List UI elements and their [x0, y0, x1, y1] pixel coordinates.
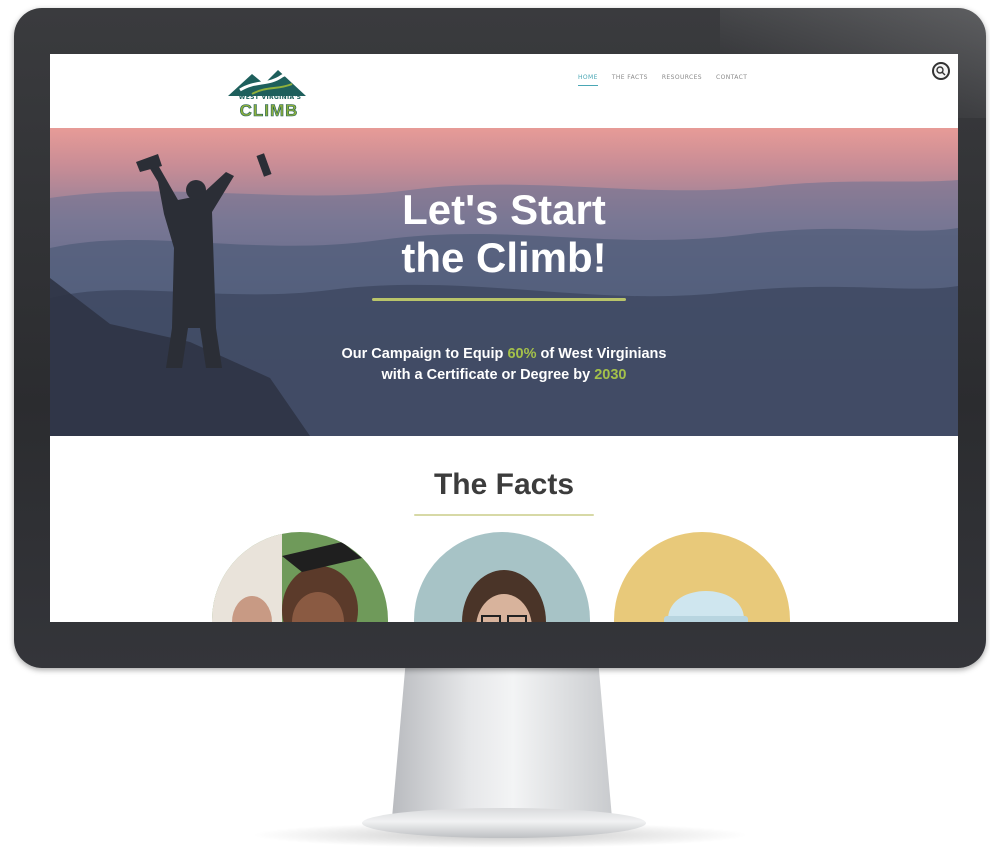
hero-sub-accent-year: 2030	[594, 367, 627, 383]
graduate-photo	[212, 532, 388, 622]
hero-sub-text-1: Our Campaign to Equip	[341, 346, 508, 362]
hero-subtitle: Our Campaign to Equip 60% of West Virgin…	[264, 344, 744, 386]
fact-photo-graduate[interactable]	[212, 532, 388, 622]
logo-top-text: WEST VIRGINIA'S	[238, 94, 302, 101]
hero-divider	[372, 298, 626, 301]
main-nav: HOME THE FACTS RESOURCES CONTACT	[578, 74, 747, 86]
monitor-stand-base	[362, 808, 646, 838]
site-header: WEST VIRGINIA'S CLIMB HOME THE FACTS RES…	[50, 54, 958, 128]
facts-heading: The Facts	[433, 468, 575, 501]
nav-item-the-facts[interactable]: THE FACTS	[612, 74, 648, 86]
nav-item-resources[interactable]: RESOURCES	[662, 74, 702, 86]
hero-title-line-1: Let's Start	[402, 186, 606, 233]
monitor-stand-neck	[392, 668, 612, 818]
site-logo[interactable]: WEST VIRGINIA'S CLIMB	[222, 64, 312, 122]
hero-section: Let's Start the Climb! Our Campaign to E…	[50, 128, 958, 436]
facts-divider	[414, 514, 594, 516]
hero-title: Let's Start the Climb!	[304, 186, 704, 282]
monitor-screen: WEST VIRGINIA'S CLIMB HOME THE FACTS RES…	[50, 54, 958, 622]
monitor-mockup: WEST VIRGINIA'S CLIMB HOME THE FACTS RES…	[0, 0, 990, 861]
nav-item-home[interactable]: HOME	[578, 74, 598, 86]
hero-sub-text-3: with a Certificate or Degree by	[381, 367, 595, 383]
nav-item-contact[interactable]: CONTACT	[716, 74, 747, 86]
worker-photo	[614, 532, 790, 622]
professional-photo	[414, 532, 590, 622]
hero-sub-accent-percent: 60%	[507, 346, 537, 362]
logo-main-text: CLIMB	[239, 101, 299, 121]
hero-mountains-image	[50, 153, 958, 436]
fact-photo-worker[interactable]	[614, 532, 790, 622]
mountain-logo-icon	[228, 70, 306, 96]
hero-sub-text-2: of West Virginians	[536, 346, 667, 362]
fact-photo-professional[interactable]	[414, 532, 590, 622]
hero-title-line-2: the Climb!	[401, 234, 607, 281]
search-button[interactable]	[932, 62, 950, 80]
search-icon	[936, 66, 946, 76]
